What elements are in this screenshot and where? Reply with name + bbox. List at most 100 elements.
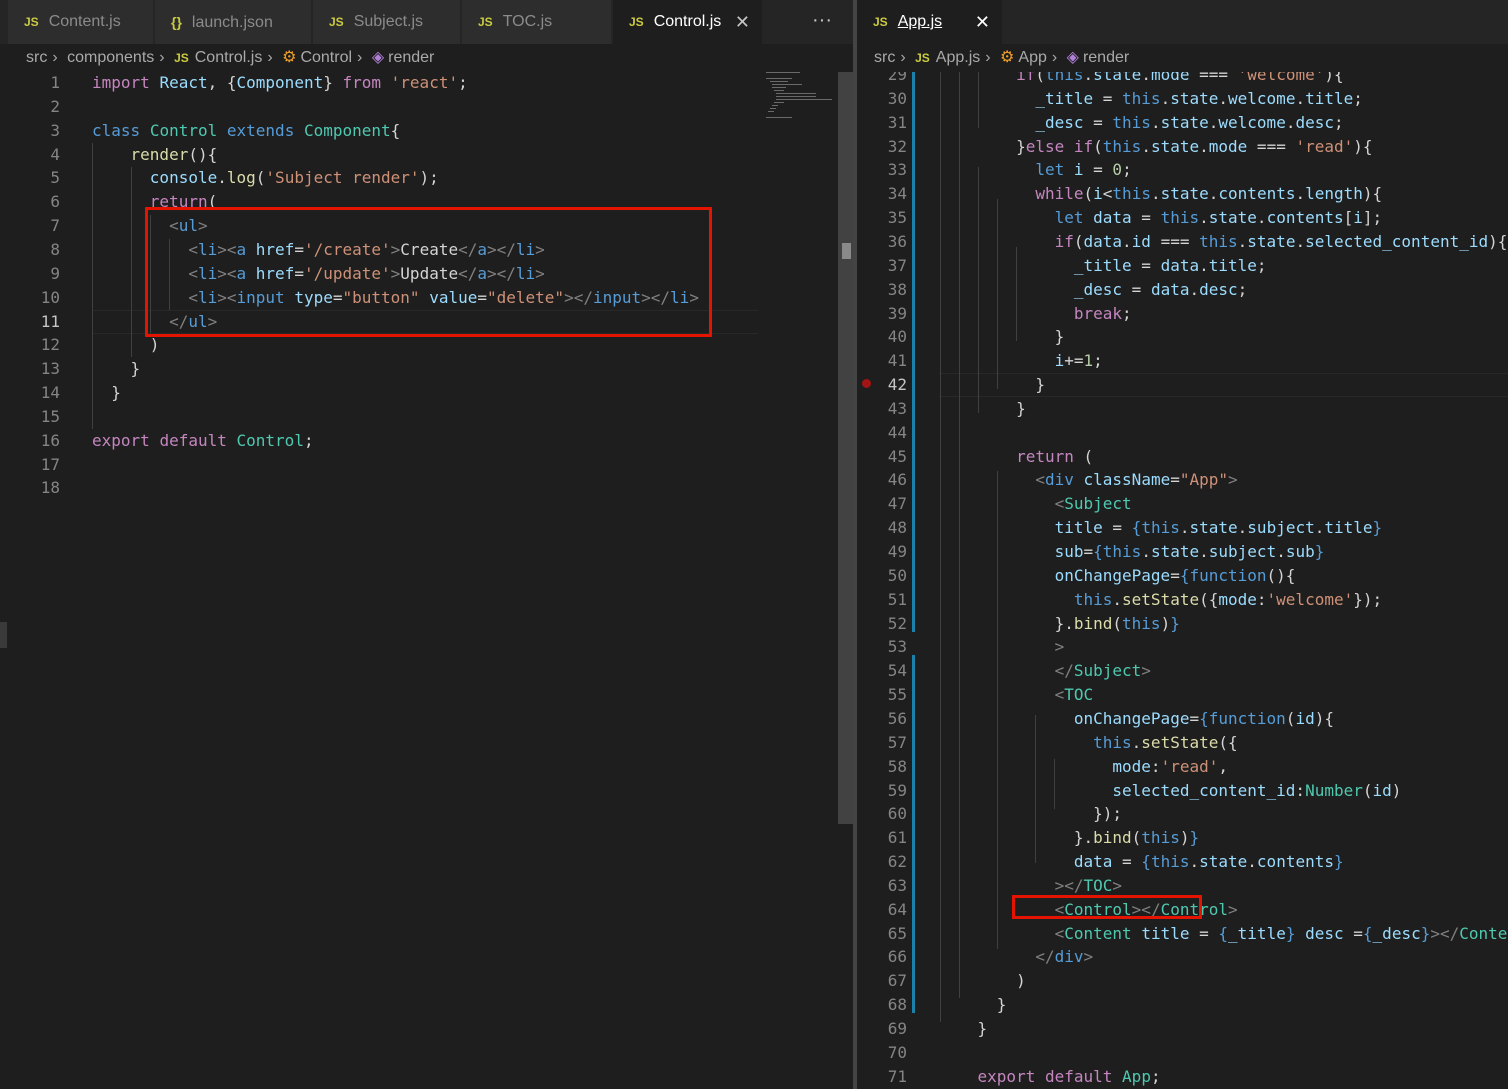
scrollbar-cursor-marker	[842, 243, 851, 259]
breadcrumb-method[interactable]: render	[388, 44, 434, 72]
code-line[interactable]: 52 }.bind(this)}	[857, 612, 1508, 636]
breadcrumb-file[interactable]: Control.js	[195, 44, 263, 72]
more-actions-icon[interactable]: ···	[812, 0, 832, 44]
code-line[interactable]: 36 if(data.id === this.state.selected_co…	[857, 230, 1508, 254]
breadcrumb-folder-src[interactable]: src	[874, 44, 895, 72]
code-line[interactable]: 50 onChangePage={function(){	[857, 564, 1508, 588]
code-line[interactable]: 49 sub={this.state.subject.sub}	[857, 540, 1508, 564]
code-line[interactable]: 17	[0, 453, 853, 477]
code-line[interactable]: 3 class Control extends Component{	[0, 119, 853, 143]
code-line[interactable]: 48 title = {this.state.subject.title}	[857, 516, 1508, 540]
breakpoint-icon[interactable]	[862, 379, 871, 388]
code-token: }	[939, 327, 1065, 347]
code-line[interactable]: 66 </div>	[857, 945, 1508, 969]
line-number: 16	[40, 430, 60, 450]
breadcrumb-method[interactable]: render	[1083, 44, 1129, 72]
code-token: this	[1122, 88, 1161, 108]
code-line[interactable]: 4 render(){	[0, 143, 853, 167]
breadcrumb-folder-components[interactable]: components	[67, 44, 154, 72]
tab-subject-js[interactable]: JS Subject.js	[313, 0, 461, 44]
code-line[interactable]: 54 </Subject>	[857, 659, 1508, 683]
code-token: .	[1122, 231, 1132, 251]
code-line[interactable]: 31 _desc = this.state.welcome.desc;	[857, 111, 1508, 135]
close-tab-icon[interactable]: ✕	[975, 0, 990, 44]
tab-control-js[interactable]: JS Control.js ✕	[613, 0, 763, 44]
code-token: .	[1199, 208, 1209, 228]
code-line[interactable]: 70	[857, 1041, 1508, 1065]
code-line[interactable]: 33 let i = 0;	[857, 158, 1508, 182]
tab-label: launch.json	[191, 14, 273, 31]
code-line[interactable]: 18	[0, 476, 853, 500]
code-token: contents	[1218, 184, 1296, 204]
code-line[interactable]: 67 )	[857, 969, 1508, 993]
code-line[interactable]: 59 selected_content_id:Number(id)	[857, 779, 1508, 803]
code-line[interactable]: 53 >	[857, 635, 1508, 659]
code-text: }	[939, 1017, 988, 1041]
breadcrumb-folder-src[interactable]: src	[26, 44, 47, 72]
code-line[interactable]: 45 return (	[857, 445, 1508, 469]
code-line[interactable]: 32 }else if(this.state.mode === 'read'){	[857, 135, 1508, 159]
minimap[interactable]	[766, 72, 836, 120]
code-line[interactable]: 68 }	[857, 993, 1508, 1017]
pane-edge-handle[interactable]	[0, 622, 7, 648]
code-line[interactable]: 47 <Subject	[857, 492, 1508, 516]
code-line[interactable]: 1 import React, {Component} from 'react';	[0, 71, 853, 95]
code-line[interactable]: 61 }.bind(this)}	[857, 826, 1508, 850]
code-line[interactable]: 30 _title = this.state.welcome.title;	[857, 87, 1508, 111]
breadcrumb-file[interactable]: App.js	[936, 44, 980, 72]
code-token: this	[1112, 184, 1151, 204]
code-line[interactable]: 56 onChangePage={function(id){	[857, 707, 1508, 731]
line-number: 35	[887, 208, 907, 228]
code-line[interactable]: 69 }	[857, 1017, 1508, 1041]
tab-app-js[interactable]: JS App.js ✕	[857, 0, 1003, 44]
code-line[interactable]: 5 console.log('Subject render');	[0, 166, 853, 190]
code-line[interactable]: 55 <TOC	[857, 683, 1508, 707]
code-line[interactable]: 46 <div className="App">	[857, 468, 1508, 492]
breadcrumb-class[interactable]: App	[1018, 44, 1046, 72]
code-token: title	[1141, 923, 1190, 943]
code-line[interactable]: 42 }	[857, 373, 1508, 398]
breadcrumb-class[interactable]: Control	[300, 44, 352, 72]
code-line[interactable]: 14 }	[0, 381, 853, 405]
tab-toc-js[interactable]: JS TOC.js	[462, 0, 612, 44]
vertical-scrollbar[interactable]	[838, 72, 853, 824]
close-tab-icon[interactable]: ✕	[735, 0, 750, 44]
code-token: this	[1102, 542, 1142, 561]
code-token: });	[1353, 589, 1383, 609]
code-line[interactable]: 2	[0, 95, 853, 119]
code-token: )	[1391, 780, 1402, 800]
code-line[interactable]: 57 this.setState({	[857, 731, 1508, 755]
code-token: .	[1141, 136, 1151, 156]
code-token: mode	[1112, 756, 1151, 776]
code-line[interactable]: 38 _desc = data.desc;	[857, 278, 1508, 302]
code-text: import React, {Component} from 'react';	[92, 71, 468, 95]
code-line[interactable]: 43 }	[857, 397, 1508, 421]
code-line[interactable]: 15	[0, 405, 853, 429]
code-line[interactable]: 51 this.setState({mode:'welcome'});	[857, 588, 1508, 612]
code-token: }	[939, 1019, 988, 1038]
code-line[interactable]: 13 }	[0, 357, 853, 381]
code-token: ){	[1314, 708, 1334, 728]
tab-launch-json[interactable]: {} launch.json	[155, 0, 312, 44]
code-line[interactable]: 34 while(i<this.state.contents.length){	[857, 182, 1508, 206]
code-token: className	[1083, 470, 1171, 490]
code-line[interactable]: 16 export default Control;	[0, 429, 853, 453]
indent-guide	[959, 72, 960, 998]
code-line[interactable]: 39 break;	[857, 302, 1508, 326]
code-token: sub	[1054, 542, 1084, 561]
tab-content-js[interactable]: JS Content.js	[8, 0, 154, 44]
code-line[interactable]: 60 });	[857, 802, 1508, 826]
code-line[interactable]: 62 data = {this.state.contents}	[857, 850, 1508, 874]
code-line[interactable]: 71 export default App;	[857, 1065, 1508, 1089]
code-text: selected_content_id:Number(id)	[939, 779, 1401, 803]
code-token: _title	[1073, 255, 1132, 275]
code-line[interactable]: 58 mode:'read',	[857, 755, 1508, 779]
code-line[interactable]: 35 let data = this.state.contents[i];	[857, 206, 1508, 230]
code-line[interactable]: 37 _title = data.title;	[857, 254, 1508, 278]
code-line[interactable]: 40 }	[857, 325, 1508, 349]
code-line[interactable]: 41 i+=1;	[857, 349, 1508, 373]
code-line[interactable]: 29 if(this.state.mode === 'welcome'){	[857, 72, 1508, 87]
code-line[interactable]: 44	[857, 421, 1508, 445]
code-line[interactable]: 65 <Content title = {_title} desc ={_des…	[857, 922, 1508, 946]
code-token: .	[1256, 208, 1267, 228]
